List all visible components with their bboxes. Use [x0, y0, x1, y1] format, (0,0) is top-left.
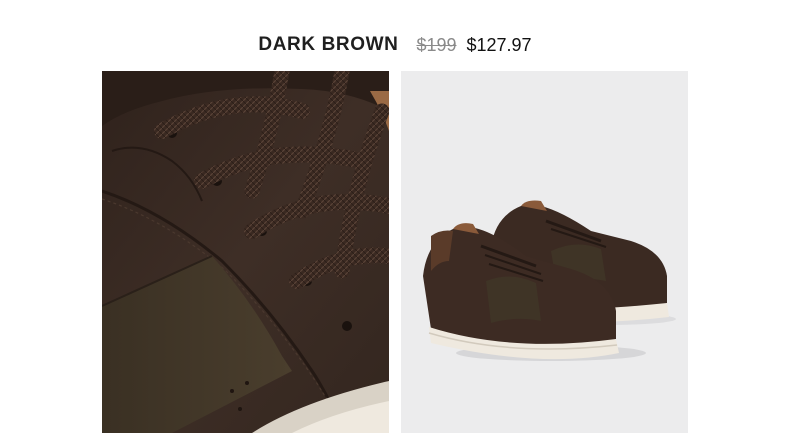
- pair-image[interactable]: [401, 71, 688, 433]
- original-price: $199: [416, 34, 457, 55]
- color-name: DARK BROWN: [258, 34, 399, 55]
- closeup-photo: [102, 71, 389, 433]
- sale-price: $127.97: [466, 34, 532, 55]
- product-header: DARK BROWN $199 $127.97: [0, 30, 790, 60]
- closeup-image[interactable]: [102, 71, 389, 433]
- product-photo: [401, 71, 688, 433]
